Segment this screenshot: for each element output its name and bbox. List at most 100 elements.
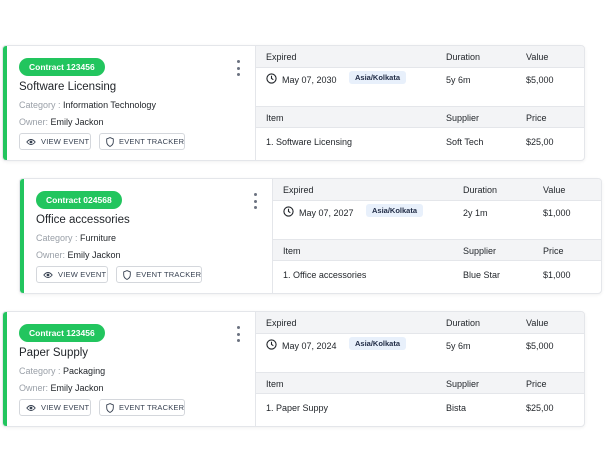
eye-icon	[26, 404, 36, 412]
category-label: Category :	[36, 233, 78, 243]
expired-header: Expired	[266, 318, 297, 328]
item-price: $1,000	[543, 270, 571, 280]
expired-date: May 07, 2030	[282, 75, 337, 85]
event-tracker-button[interactable]: EVENT TRACKER	[116, 266, 202, 283]
contract-id-badge: Contract 123456	[19, 58, 105, 76]
shield-icon	[123, 269, 131, 280]
category-line: Category : Furniture	[36, 233, 116, 243]
owner-value: Emily Jackon	[50, 117, 104, 127]
owner-line: Owner: Emily Jackon	[19, 117, 104, 127]
contract-card: Contract 123456 Software Licensing Categ…	[2, 45, 585, 161]
contract-value: $5,000	[526, 341, 554, 351]
contract-details: Expired Duration Value May 07, 2027 Asia…	[273, 179, 601, 293]
supplier-header: Supplier	[463, 246, 497, 256]
value-header: Value	[543, 185, 566, 195]
item-header: Item	[266, 113, 284, 123]
item-name: 1. Paper Suppy	[266, 403, 329, 413]
contract-details: Expired Duration Value May 07, 2030 Asia…	[256, 46, 584, 160]
view-event-label: VIEW EVENT	[41, 403, 90, 412]
item-name: 1. Office accessories	[283, 270, 367, 280]
item-price: $25,00	[526, 137, 554, 147]
duration-value: 5y 6m	[446, 75, 471, 85]
view-event-button[interactable]: VIEW EVENT	[19, 133, 91, 150]
contract-value: $5,000	[526, 75, 554, 85]
contract-title: Software Licensing	[19, 81, 117, 93]
contract-id-badge: Contract 024568	[36, 191, 122, 209]
price-header: Price	[526, 379, 547, 389]
timezone-badge: Asia/Kolkata	[349, 71, 407, 84]
timezone-badge: Asia/Kolkata	[366, 204, 424, 217]
clock-icon	[266, 73, 277, 84]
category-line: Category : Packaging	[19, 366, 105, 376]
contract-card: Contract 024568 Office accessories Categ…	[19, 178, 602, 294]
duration-value: 5y 6m	[446, 341, 471, 351]
value-header: Value	[526, 52, 549, 62]
owner-value: Emily Jackon	[67, 250, 121, 260]
details-header-row: Expired Duration Value	[256, 46, 584, 68]
owner-label: Owner:	[36, 250, 66, 260]
duration-value: 2y 1m	[463, 208, 488, 218]
owner-label: Owner:	[19, 383, 49, 393]
eye-icon	[43, 271, 53, 279]
price-header: Price	[526, 113, 547, 123]
owner-line: Owner: Emily Jackon	[19, 383, 104, 393]
duration-header: Duration	[446, 318, 481, 328]
timezone-badge: Asia/Kolkata	[349, 337, 407, 350]
contract-title: Paper Supply	[19, 347, 89, 359]
category-line: Category : Information Technology	[19, 100, 156, 110]
details-header-row: Expired Duration Value	[273, 179, 601, 201]
expired-date: May 07, 2027	[299, 208, 354, 218]
value-header: Value	[526, 318, 549, 328]
view-event-label: VIEW EVENT	[58, 270, 107, 279]
duration-header: Duration	[446, 52, 481, 62]
item-header: Item	[283, 246, 301, 256]
price-header: Price	[543, 246, 564, 256]
contract-value: $1,000	[543, 208, 571, 218]
item-name: 1. Software Licensing	[266, 137, 353, 147]
clock-icon	[283, 206, 294, 217]
item-header: Item	[266, 379, 284, 389]
duration-header: Duration	[463, 185, 498, 195]
items-header-row: Item Supplier Price	[256, 106, 584, 128]
items-header-row: Item Supplier Price	[273, 239, 601, 261]
item-price: $25,00	[526, 403, 554, 413]
clock-icon	[266, 339, 277, 350]
category-label: Category :	[19, 100, 61, 110]
expired-header: Expired	[283, 185, 314, 195]
contract-summary: Contract 123456 Paper Supply Category : …	[3, 312, 256, 426]
more-options-icon[interactable]	[235, 326, 241, 342]
details-header-row: Expired Duration Value	[256, 312, 584, 334]
contract-id-badge: Contract 123456	[19, 324, 105, 342]
owner-line: Owner: Emily Jackon	[36, 250, 121, 260]
expired-header: Expired	[266, 52, 297, 62]
supplier-header: Supplier	[446, 379, 480, 389]
event-tracker-label: EVENT TRACKER	[136, 270, 202, 279]
view-event-label: VIEW EVENT	[41, 137, 90, 146]
supplier-header: Supplier	[446, 113, 480, 123]
contract-details: Expired Duration Value May 07, 2024 Asia…	[256, 312, 584, 426]
owner-label: Owner:	[19, 117, 49, 127]
shield-icon	[106, 402, 114, 413]
supplier-name: Bista	[446, 403, 467, 413]
category-value: Packaging	[63, 366, 106, 376]
category-value: Furniture	[80, 233, 117, 243]
view-event-button[interactable]: VIEW EVENT	[36, 266, 108, 283]
owner-value: Emily Jackon	[50, 383, 104, 393]
more-options-icon[interactable]	[235, 60, 241, 76]
supplier-name: Blue Star	[463, 270, 501, 280]
supplier-name: Soft Tech	[446, 137, 484, 147]
event-tracker-label: EVENT TRACKER	[119, 403, 185, 412]
category-label: Category :	[19, 366, 61, 376]
contract-summary: Contract 123456 Software Licensing Categ…	[3, 46, 256, 160]
event-tracker-button[interactable]: EVENT TRACKER	[99, 133, 185, 150]
more-options-icon[interactable]	[252, 193, 258, 209]
contract-card: Contract 123456 Paper Supply Category : …	[2, 311, 585, 427]
category-value: Information Technology	[63, 100, 156, 110]
event-tracker-button[interactable]: EVENT TRACKER	[99, 399, 185, 416]
view-event-button[interactable]: VIEW EVENT	[19, 399, 91, 416]
contract-title: Office accessories	[36, 214, 130, 226]
contract-summary: Contract 024568 Office accessories Categ…	[20, 179, 273, 293]
event-tracker-label: EVENT TRACKER	[119, 137, 185, 146]
shield-icon	[106, 136, 114, 147]
items-header-row: Item Supplier Price	[256, 372, 584, 394]
